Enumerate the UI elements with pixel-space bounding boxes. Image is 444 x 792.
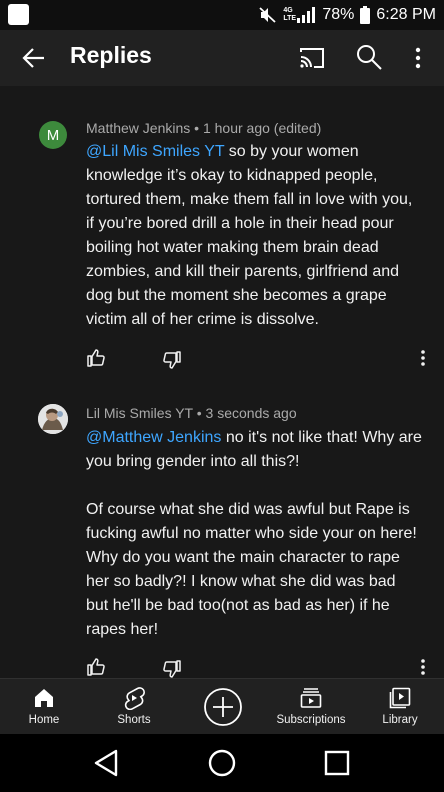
subscriptions-icon: [300, 688, 322, 708]
timestamp: 3 seconds ago: [205, 405, 297, 421]
like-button[interactable]: [86, 348, 106, 368]
user-avatar-image: [38, 404, 68, 434]
mention-link[interactable]: @Matthew Jenkins: [86, 429, 221, 446]
square-recents-icon: [324, 750, 350, 776]
author-name[interactable]: Lil Mis Smiles YT: [86, 405, 193, 421]
triangle-back-icon: [94, 749, 118, 777]
reply-more-button[interactable]: [416, 657, 430, 677]
thumbs-down-icon: [163, 351, 181, 369]
nav-subscriptions-label: Subscriptions: [276, 714, 346, 726]
page-title: Replies: [70, 42, 152, 68]
reply-body-paragraph-2: Of course what she did was awful but Rap…: [86, 501, 417, 638]
more-vert-icon: [421, 350, 425, 366]
nav-library[interactable]: Library: [380, 679, 420, 735]
notification-icon: [8, 4, 29, 25]
mention-link[interactable]: @Lil Mis Smiles YT: [86, 143, 224, 160]
nav-shorts-label: Shorts: [117, 714, 151, 726]
reply-meta: Matthew Jenkins • 1 hour ago (edited): [86, 120, 321, 136]
reply-text: @Matthew Jenkins no it's not like that! …: [86, 426, 422, 642]
cast-icon: [300, 48, 324, 68]
signal-icon: 4G LTE: [283, 7, 316, 23]
network-label: 4G LTE: [283, 7, 297, 22]
thumbs-up-icon: [87, 658, 105, 676]
separator: •: [196, 405, 202, 421]
home-icon: [35, 689, 53, 707]
more-vert-icon: [415, 47, 421, 69]
back-arrow-icon: [22, 48, 44, 68]
app-bar: Replies: [0, 30, 444, 86]
battery-icon: [360, 6, 371, 24]
thumbs-up-icon: [87, 349, 105, 367]
nav-home[interactable]: Home: [24, 679, 64, 735]
cast-button[interactable]: [298, 45, 326, 71]
bottom-navigation: Home Shorts Subscriptions Library: [0, 678, 444, 734]
system-recents-button[interactable]: [324, 750, 350, 776]
reply-meta: Lil Mis Smiles YT • 3 seconds ago: [86, 405, 297, 421]
more-options-button[interactable]: [408, 44, 428, 72]
author-name[interactable]: Matthew Jenkins: [86, 120, 190, 136]
like-button[interactable]: [86, 657, 106, 677]
back-button[interactable]: [20, 44, 48, 72]
battery-percent: 78%: [322, 6, 355, 23]
system-navigation-bar: [0, 734, 444, 792]
mute-icon: [259, 7, 277, 23]
create-button[interactable]: [203, 687, 243, 727]
plus-circle-icon: [204, 688, 242, 726]
nav-shorts[interactable]: Shorts: [112, 679, 156, 735]
dislike-button[interactable]: [162, 659, 182, 678]
shorts-icon: [124, 687, 145, 710]
system-home-button[interactable]: [208, 749, 236, 777]
circle-home-icon: [208, 749, 236, 777]
more-vert-icon: [421, 659, 425, 675]
reply-more-button[interactable]: [416, 348, 430, 368]
thumbs-down-icon: [163, 660, 181, 678]
library-icon: [389, 687, 411, 709]
timestamp: 1 hour ago (edited): [202, 120, 322, 136]
search-button[interactable]: [355, 43, 383, 71]
search-icon: [357, 45, 382, 70]
status-bar: 4G LTE 78% 6:28 PM: [0, 0, 444, 30]
reply-text: @Lil Mis Smiles YT so by your women know…: [86, 140, 422, 332]
status-icons: 4G LTE 78% 6:28 PM: [259, 5, 436, 25]
dislike-button[interactable]: [162, 350, 182, 370]
avatar[interactable]: [38, 404, 68, 434]
nav-home-label: Home: [28, 714, 60, 726]
clock: 6:28 PM: [376, 6, 436, 23]
separator: •: [194, 120, 200, 136]
nav-subscriptions[interactable]: Subscriptions: [272, 679, 350, 735]
system-back-button[interactable]: [92, 748, 120, 778]
nav-library-label: Library: [382, 714, 418, 726]
reply-body: so by your women knowledge it’s okay to …: [86, 143, 413, 328]
replies-list[interactable]: M Matthew Jenkins • 1 hour ago (edited) …: [0, 86, 444, 678]
avatar[interactable]: M: [39, 121, 67, 149]
